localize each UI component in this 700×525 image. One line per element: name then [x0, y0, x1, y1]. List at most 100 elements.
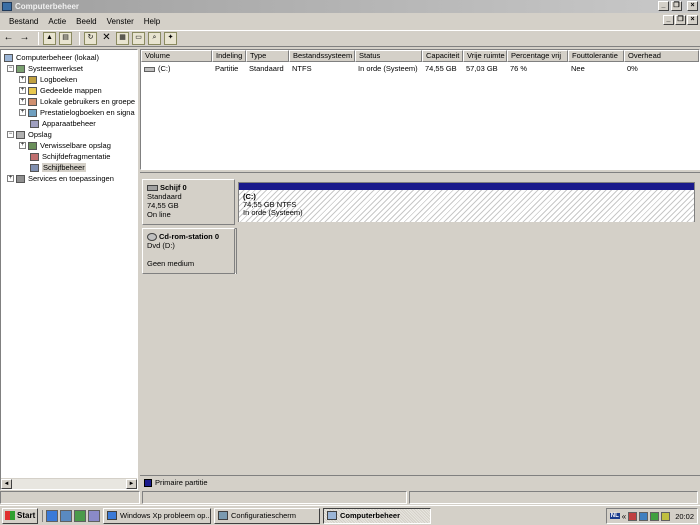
forward-arrow-icon[interactable]: →	[18, 32, 31, 45]
tree-item-storage[interactable]: − Opslag	[7, 129, 52, 140]
column-header-status[interactable]: Status	[355, 50, 422, 62]
legend-primary-partition: Primaire partitie	[155, 478, 208, 487]
tree-item-services[interactable]: + Services en toepassingen	[7, 173, 114, 184]
collapse-icon[interactable]: −	[7, 131, 14, 138]
show-hide-tree-icon[interactable]: ▤	[59, 32, 72, 45]
performance-icon	[28, 108, 37, 117]
task-control-panel[interactable]: Configuratiescherm	[214, 507, 320, 524]
antivirus-icon[interactable]	[628, 511, 638, 521]
cdrom-0-type: Dvd (D:)	[147, 241, 175, 250]
cell-free-space: 57,03 GB	[466, 64, 498, 73]
column-header-overhead[interactable]: Overhead	[624, 50, 699, 62]
defrag-icon	[30, 152, 39, 161]
menu-bestand[interactable]: Bestand	[4, 17, 43, 26]
column-header-filesystem[interactable]: Bestandssysteem	[289, 50, 355, 62]
partition-status: In orde (Systeem)	[243, 208, 303, 217]
status-bar	[0, 491, 700, 505]
cell-type: Standaard	[249, 64, 284, 73]
open-folder-icon[interactable]: ▭	[132, 32, 145, 45]
clock[interactable]: 20:02	[675, 512, 694, 521]
network-icon[interactable]	[639, 511, 649, 521]
child-minimize-button[interactable]: _	[663, 15, 674, 25]
tree-item-device-manager[interactable]: Apparaatbeheer	[30, 118, 96, 129]
search-icon[interactable]: ⌕	[148, 32, 161, 45]
scroll-right-icon[interactable]: ►	[126, 479, 137, 489]
control-panel-icon	[218, 511, 228, 520]
column-header-volume[interactable]: Volume	[141, 50, 212, 62]
tree-horizontal-scrollbar[interactable]: ◄ ►	[1, 478, 137, 489]
scroll-left-icon[interactable]: ◄	[1, 479, 12, 489]
up-folder-icon[interactable]: ▲	[43, 32, 56, 45]
column-header-free-space[interactable]: Vrije ruimte	[463, 50, 507, 62]
volume-icon[interactable]	[661, 511, 671, 521]
tree-item-defrag[interactable]: Schijfdefragmentatie	[30, 151, 110, 162]
start-button[interactable]: Start	[2, 507, 38, 524]
menu-actie[interactable]: Actie	[43, 17, 71, 26]
column-header-percent-free[interactable]: Percentage vrij	[507, 50, 568, 62]
cell-volume: (C:)	[141, 63, 171, 74]
tree-item-root[interactable]: Computerbeheer (lokaal)	[4, 52, 99, 63]
column-header-fault-tolerance[interactable]: Fouttolerantie	[568, 50, 624, 62]
cell-capacity: 74,55 GB	[425, 64, 457, 73]
security-icon[interactable]	[650, 511, 660, 521]
task-windows-xp-problem[interactable]: Windows Xp probleem op...	[103, 507, 211, 524]
settings-icon[interactable]: ✦	[164, 32, 177, 45]
cdrom-0-label[interactable]: Cd-rom-station 0 Dvd (D:) Geen medium	[142, 228, 235, 274]
partition-c[interactable]: (C:) 74,55 GB NTFS In orde (Systeem)	[238, 182, 695, 222]
delete-icon[interactable]: ✕	[100, 32, 113, 45]
tree-item-local-users[interactable]: + Lokale gebruikers en groepe	[19, 96, 135, 107]
column-header-layout[interactable]: Indeling	[212, 50, 246, 62]
media-player-icon[interactable]	[74, 509, 86, 522]
tree-item-event-logs[interactable]: + Logboeken	[19, 74, 77, 85]
child-restore-button[interactable]: ❐	[675, 15, 686, 25]
child-close-button[interactable]: ×	[687, 15, 698, 25]
quick-launch	[42, 509, 100, 522]
cdrom-media-area[interactable]	[236, 228, 697, 274]
computer-management-icon	[327, 511, 337, 520]
outlook-express-icon[interactable]	[60, 509, 72, 522]
windows-logo-icon	[5, 511, 15, 520]
restore-button[interactable]: ❐	[671, 1, 682, 11]
back-arrow-icon[interactable]: ←	[2, 32, 15, 45]
expand-icon[interactable]: +	[19, 109, 26, 116]
language-indicator[interactable]: NL	[609, 513, 620, 519]
expand-icon[interactable]: +	[7, 175, 14, 182]
menu-beeld[interactable]: Beeld	[71, 17, 101, 26]
internet-explorer-icon[interactable]	[46, 509, 58, 522]
event-log-icon	[28, 75, 37, 84]
task-computer-management[interactable]: Computerbeheer	[323, 507, 431, 524]
tree-item-disk-management[interactable]: Schijfbeheer	[30, 162, 86, 173]
column-header-type[interactable]: Type	[246, 50, 289, 62]
menu-help[interactable]: Help	[139, 17, 165, 26]
tree-item-perf-logs[interactable]: + Prestatielogboeken en signa	[19, 107, 135, 118]
properties-icon[interactable]: ▦	[116, 32, 129, 45]
window-controls: _ ❐ ×	[658, 1, 698, 11]
cell-layout: Partitie	[215, 64, 239, 73]
system-tray: NL « 20:02	[605, 508, 698, 524]
expand-icon[interactable]: +	[19, 76, 26, 83]
collapse-icon[interactable]: −	[7, 65, 14, 72]
window-title: Computerbeheer	[15, 2, 80, 11]
disk-0-label[interactable]: Schijf 0 Standaard 74,55 GB On line	[142, 179, 235, 225]
expand-icon[interactable]: +	[19, 98, 26, 105]
partition-name: (C:)	[243, 192, 256, 201]
computer-icon	[4, 53, 13, 62]
expand-icon[interactable]: +	[19, 142, 26, 149]
tree-item-removable-storage[interactable]: + Verwisselbare opslag	[19, 140, 111, 151]
primary-partition-swatch	[144, 478, 152, 487]
computer-management-icon	[2, 2, 12, 11]
chevron-left-icon[interactable]: «	[622, 512, 626, 521]
removable-storage-icon	[28, 141, 37, 150]
tree-item-system-tools[interactable]: − Systeemwerkset	[7, 63, 83, 74]
expand-icon[interactable]: +	[19, 87, 26, 94]
show-desktop-icon[interactable]	[88, 509, 100, 522]
tree-item-shared-folders[interactable]: + Gedeelde mappen	[19, 85, 102, 96]
storage-icon	[16, 130, 25, 139]
menu-venster[interactable]: Venster	[102, 17, 139, 26]
refresh-icon[interactable]: ↻	[84, 32, 97, 45]
close-button[interactable]: ×	[687, 1, 698, 11]
column-header-capacity[interactable]: Capaciteit	[422, 50, 463, 62]
volume-list: Volume Indeling Type Bestandssysteem Sta…	[140, 49, 700, 170]
minimize-button[interactable]: _	[658, 1, 669, 11]
disk-0-state: On line	[147, 210, 171, 219]
